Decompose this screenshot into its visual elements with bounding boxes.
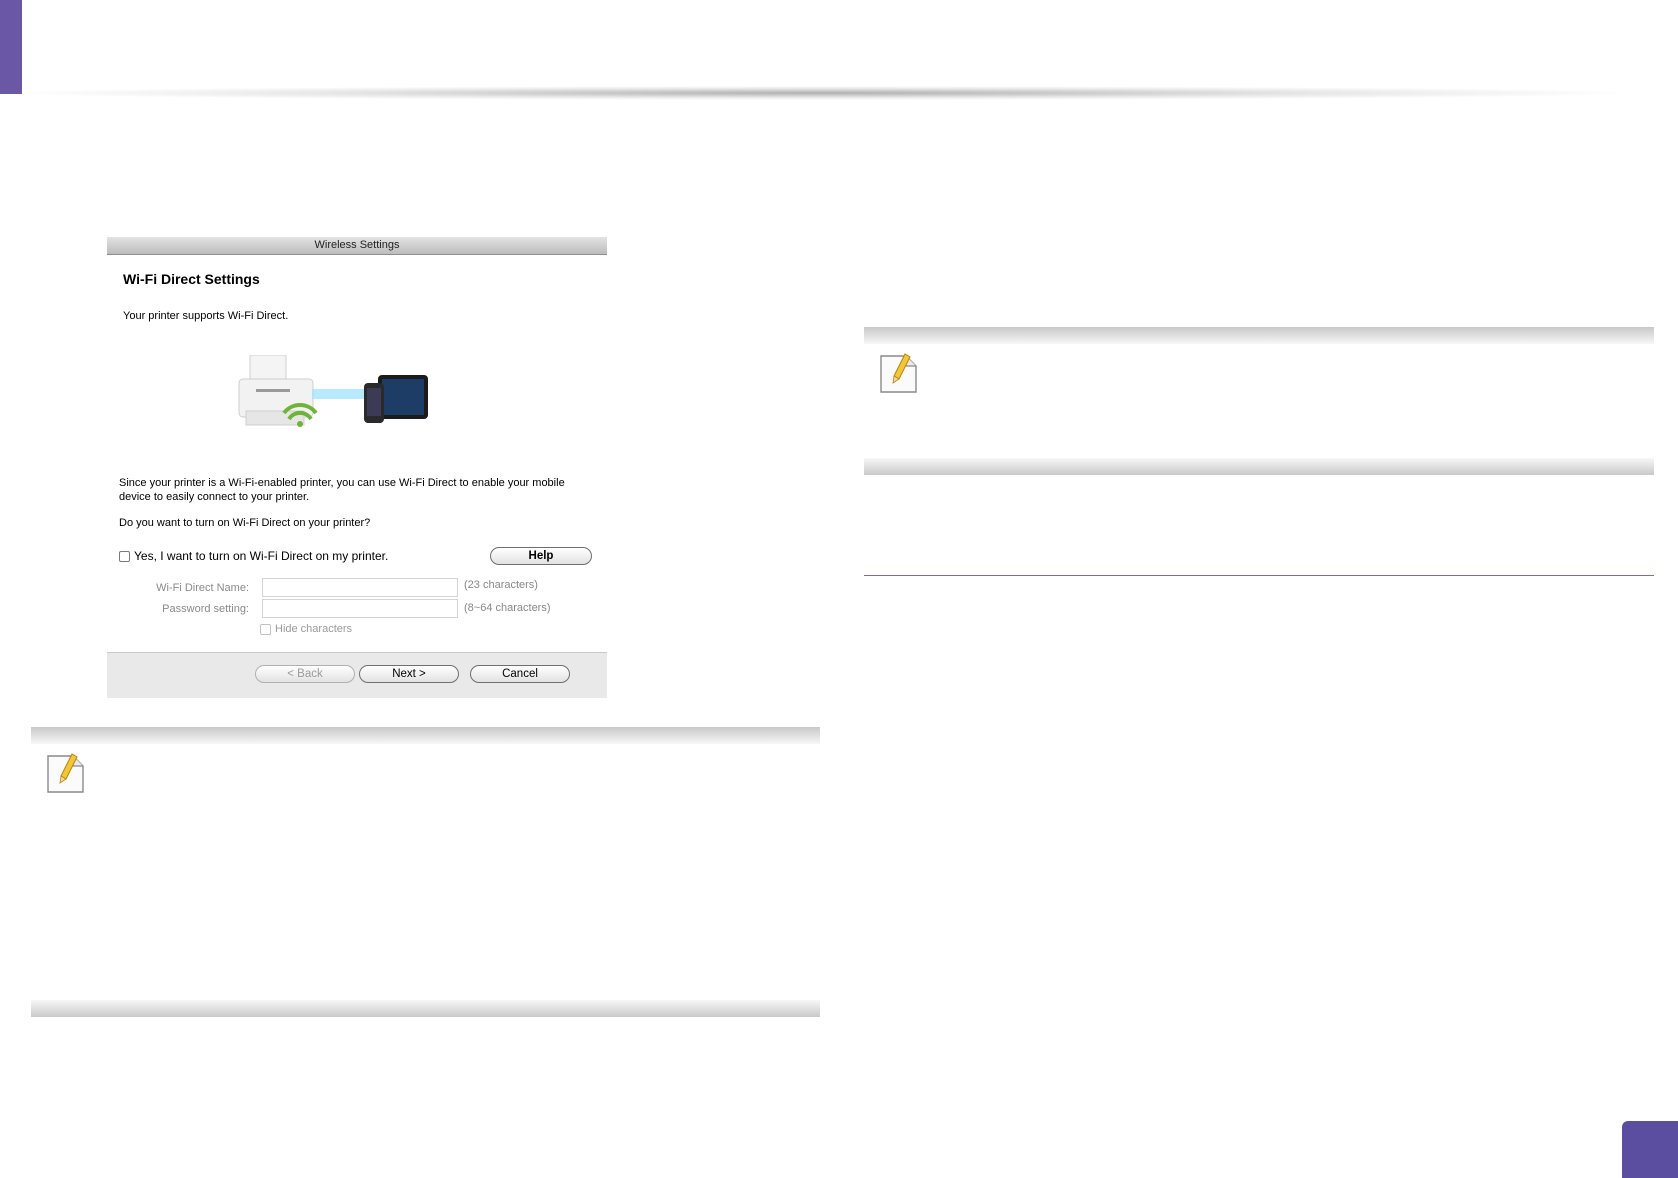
page-number-tab	[1622, 1121, 1678, 1178]
note-pencil-icon	[880, 353, 917, 393]
signal-beam	[312, 389, 366, 399]
cancel-button[interactable]: Cancel	[470, 665, 570, 683]
back-button[interactable]: < Back	[255, 665, 355, 683]
enable-wifi-direct-label[interactable]: Yes, I want to turn on Wi-Fi Direct on m…	[134, 549, 388, 563]
wifi-direct-name-field[interactable]	[262, 578, 458, 597]
question-text: Do you want to turn on Wi-Fi Direct on y…	[119, 517, 371, 529]
next-button[interactable]: Next >	[359, 665, 459, 683]
enable-wifi-direct-row[interactable]: Yes, I want to turn on Wi-Fi Direct on m…	[119, 549, 388, 563]
note-top-bar	[864, 327, 1654, 344]
hide-characters-label[interactable]: Hide characters	[275, 623, 352, 635]
note-box	[864, 327, 1654, 475]
password-setting-label: Password setting:	[162, 603, 249, 615]
dialog-title: Wireless Settings	[107, 237, 607, 255]
supports-text: Your printer supports Wi-Fi Direct.	[123, 310, 289, 322]
description-text: Since your printer is a Wi-Fi-enabled pr…	[119, 477, 565, 503]
header-divider	[20, 86, 1620, 100]
note-pencil-icon	[47, 753, 84, 793]
hide-characters-row[interactable]: Hide characters	[260, 623, 352, 635]
help-button[interactable]: Help	[490, 547, 592, 565]
wifi-direct-name-label: Wi-Fi Direct Name:	[156, 582, 249, 594]
password-field[interactable]	[262, 599, 458, 618]
tablet-icon	[378, 375, 428, 419]
hide-characters-checkbox[interactable]	[260, 623, 271, 635]
section-divider	[864, 575, 1654, 576]
name-length-hint: (23 characters)	[464, 579, 538, 591]
dialog-heading: Wi-Fi Direct Settings	[123, 271, 260, 287]
note-bottom-bar	[31, 1000, 820, 1017]
note-top-bar	[31, 727, 820, 744]
enable-wifi-direct-checkbox[interactable]	[119, 550, 130, 562]
note-box	[31, 727, 820, 1017]
password-length-hint: (8~64 characters)	[464, 602, 551, 614]
note-bottom-bar	[864, 458, 1654, 475]
printer-mobile-illustration	[238, 355, 428, 427]
phone-icon	[364, 383, 384, 423]
wireless-settings-dialog: Wireless Settings Wi-Fi Direct Settings …	[107, 237, 607, 698]
chapter-tab	[0, 0, 22, 94]
